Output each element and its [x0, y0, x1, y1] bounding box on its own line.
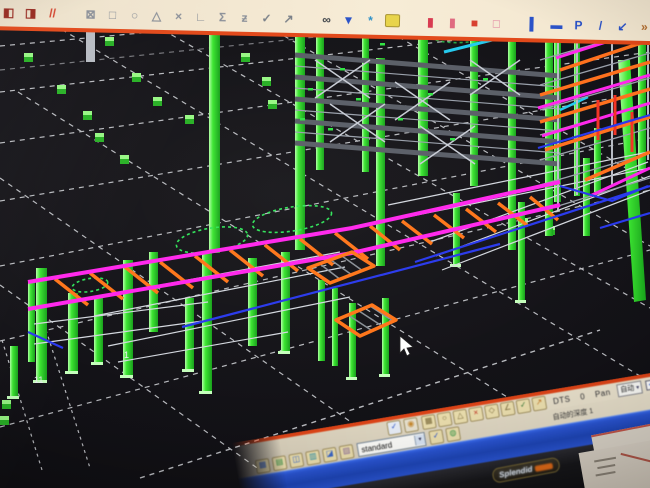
- plane1-checkbox[interactable]: ✓: [645, 379, 650, 391]
- tool-check-icon[interactable]: ✓: [259, 11, 274, 26]
- tool-arrow-ne-icon[interactable]: ↗: [281, 12, 296, 27]
- tool-blue-arrow-sw-icon[interactable]: ↙: [615, 19, 630, 34]
- tool-blue-slash-icon[interactable]: /: [593, 19, 608, 34]
- filter-icon-4-icon[interactable]: ▥: [305, 450, 321, 466]
- paper-red-line: [621, 453, 650, 463]
- snap-check-button[interactable]: ✓: [515, 398, 531, 414]
- chevron-down-icon: ▾: [414, 434, 426, 446]
- tool-red-pin-b-icon[interactable]: ▮: [445, 15, 460, 30]
- snap-auto-label: 自动: [620, 383, 635, 395]
- toolbar-icon-row: ◧◨//⊠□○△×∟Σƶ✓↗∞▼*▮▮■□▍▬P/↙»▏: [1, 5, 650, 35]
- truss-structure: [295, 33, 588, 164]
- filter-icon-3-icon[interactable]: ◫: [288, 452, 304, 468]
- status-render-icon[interactable]: ◉: [403, 417, 419, 433]
- tool-red-pin-a-icon[interactable]: ▮: [423, 15, 438, 30]
- status-dts: DTS: [552, 394, 571, 406]
- tool-yellow-swatch-icon[interactable]: [385, 14, 400, 27]
- grid-label: 1: [124, 350, 129, 360]
- sticker-orange-mark: [535, 462, 554, 471]
- tool-point-triangle-icon[interactable]: △: [149, 9, 164, 24]
- grid-label: 11: [34, 375, 43, 385]
- walkway-structure: [28, 182, 560, 309]
- tool-point-circle-icon[interactable]: ○: [127, 8, 142, 23]
- chevron-down-icon: ▾: [636, 383, 640, 390]
- tool-point-boxed-x-icon[interactable]: ⊠: [83, 7, 98, 22]
- tool-red-block-b-icon[interactable]: ◨: [23, 6, 38, 21]
- tool-double-chevron-icon[interactable]: »: [637, 20, 650, 35]
- snap-diamond-button[interactable]: ◇: [484, 403, 500, 419]
- magenta-rails: [28, 182, 560, 309]
- snap-triangle-button[interactable]: △: [452, 409, 468, 425]
- tool-sigma-icon[interactable]: Σ: [215, 10, 230, 25]
- tool-point-corner-icon[interactable]: ∟: [193, 10, 208, 25]
- status-count: 0: [579, 391, 585, 401]
- paper-text-mark: [597, 464, 615, 469]
- filter-apply-icon[interactable]: ✓: [428, 429, 444, 445]
- status-check-icon[interactable]: ✓: [386, 420, 402, 436]
- filter-icon-1-icon[interactable]: ▦: [255, 458, 271, 474]
- tool-red-block-a-icon[interactable]: ◧: [1, 5, 16, 20]
- snap-cross-button[interactable]: ×: [468, 406, 484, 422]
- tool-pink-square-icon[interactable]: □: [489, 16, 504, 31]
- sticker-label: Splendid: [498, 465, 533, 480]
- tool-red-square-icon[interactable]: ■: [467, 16, 482, 31]
- mouse-cursor: [400, 336, 413, 356]
- snap-angle-button[interactable]: ∠: [500, 401, 516, 417]
- snap-arrow-button[interactable]: ↗: [531, 396, 547, 412]
- tool-blue-flag-icon[interactable]: P: [571, 18, 586, 33]
- tool-burst-icon[interactable]: *: [363, 14, 378, 29]
- tool-point-cross-icon[interactable]: ×: [171, 9, 186, 24]
- filter-icon-6-icon[interactable]: ▨: [339, 444, 355, 460]
- paper-text-mark: [596, 471, 616, 476]
- tool-weld-symbol-icon[interactable]: //: [45, 6, 60, 21]
- filter-icon-5-icon[interactable]: ◪: [322, 447, 338, 463]
- paper-text-mark: [594, 457, 616, 463]
- tool-blue-dash-icon[interactable]: ▬: [549, 18, 564, 33]
- splendid-sticker: Splendid: [491, 457, 561, 484]
- tool-z-section-icon[interactable]: ƶ: [237, 11, 252, 26]
- snap-circle-button[interactable]: ○: [437, 411, 453, 427]
- filter-world-icon[interactable]: ◍: [445, 426, 461, 442]
- tool-point-box-icon[interactable]: □: [105, 8, 120, 23]
- snap-grid-button[interactable]: ▦: [421, 414, 437, 430]
- tool-binoculars-icon[interactable]: ∞: [319, 13, 334, 28]
- tool-view-cone-icon[interactable]: ▼: [341, 13, 356, 28]
- monitor-photo: 375111 ◧◨//⊠□○△×∟Σƶ✓↗∞▼*▮▮■□▍▬P/↙»▏ ✓◉ ▦…: [0, 0, 650, 488]
- status-mode: Pan: [594, 387, 611, 398]
- selection-filter-value: standard: [361, 440, 393, 454]
- filter-icon-2-icon[interactable]: ▤: [272, 455, 288, 471]
- tool-blue-bar-icon[interactable]: ▍: [527, 17, 542, 32]
